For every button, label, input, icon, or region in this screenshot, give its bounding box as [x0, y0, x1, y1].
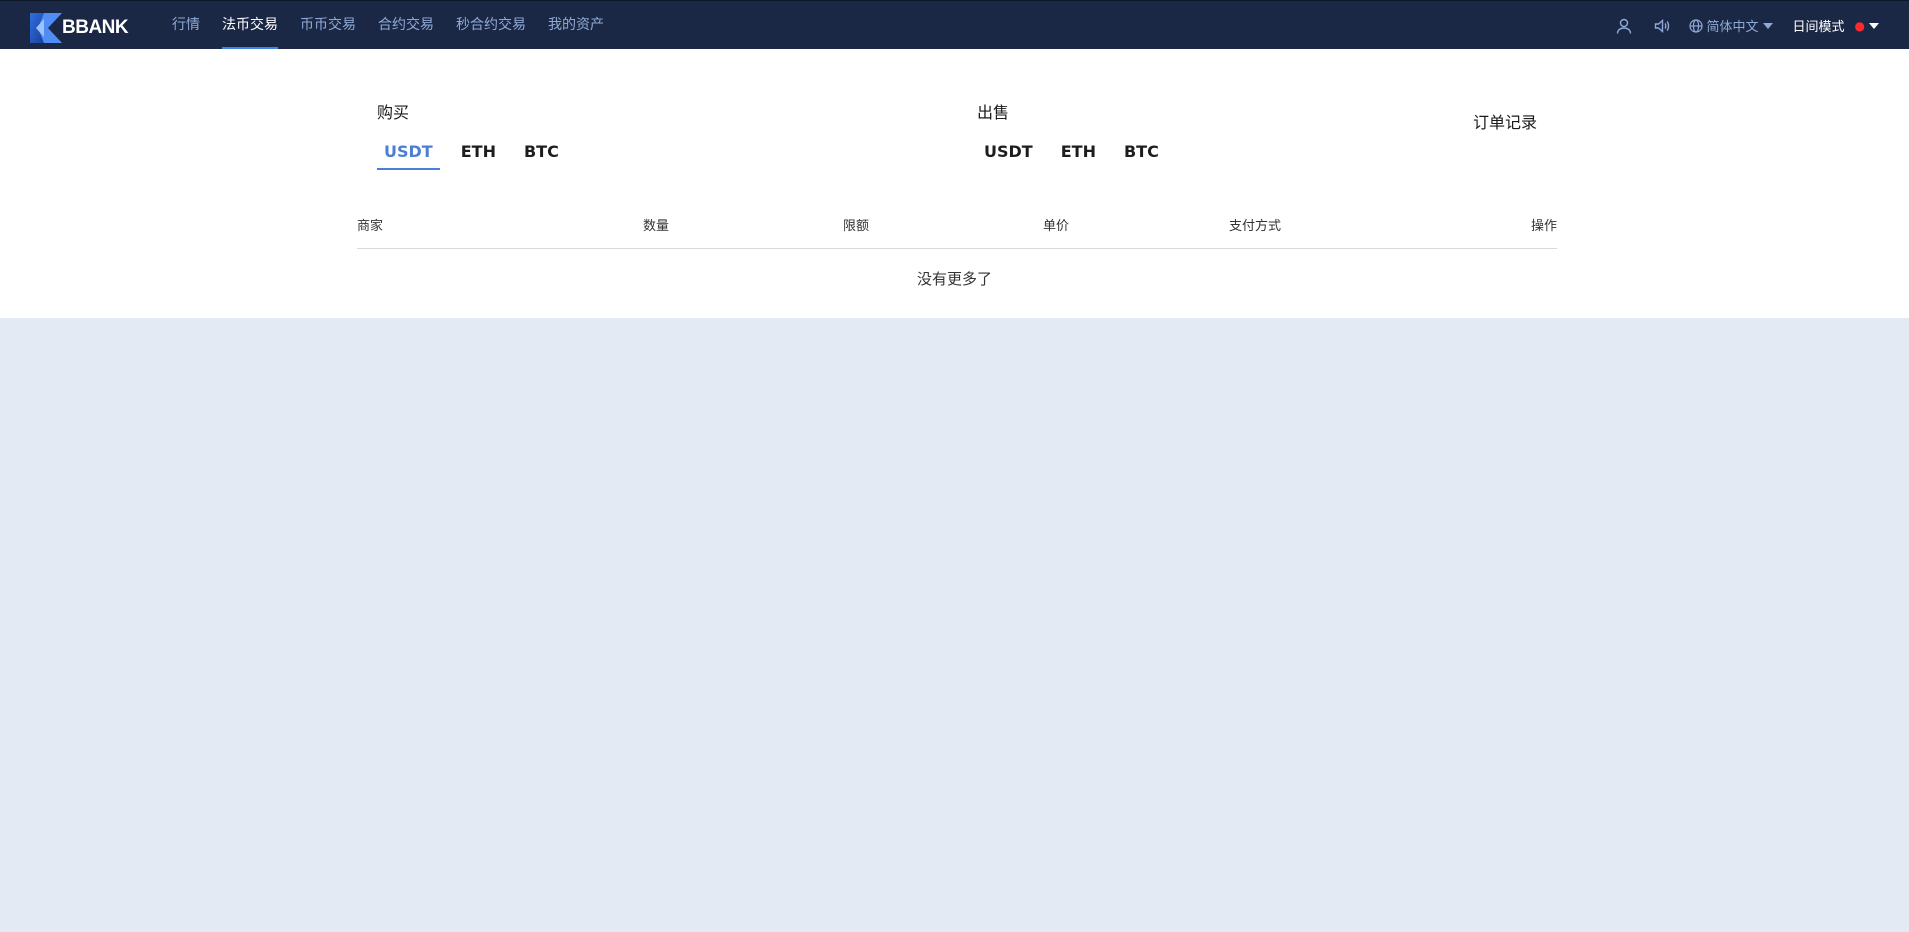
sell-tab-btc[interactable]: BTC — [1117, 137, 1166, 167]
sell-tab-usdt[interactable]: USDT — [977, 137, 1040, 167]
language-selector[interactable]: 简体中文 — [1689, 16, 1773, 35]
buy-tab-eth[interactable]: ETH — [454, 137, 503, 167]
theme-mode-selector[interactable]: 日间模式 ● — [1792, 16, 1879, 35]
brand-logo[interactable]: BBANK — [30, 13, 129, 43]
buy-coin-tabs: USDT ETH BTC — [377, 137, 580, 170]
brand-name: BBANK — [62, 17, 129, 38]
user-icon[interactable] — [1615, 17, 1633, 35]
sell-tab-eth[interactable]: ETH — [1054, 137, 1103, 167]
speaker-icon[interactable] — [1653, 17, 1671, 35]
nav-contract-trade[interactable]: 合约交易 — [378, 1, 434, 50]
nav-my-assets[interactable]: 我的资产 — [548, 1, 604, 50]
col-unit-price: 单价 — [1043, 219, 1070, 234]
sell-coin-tabs: USDT ETH BTC — [977, 137, 1180, 167]
buy-title: 购买 — [377, 103, 410, 122]
nav-second-contract[interactable]: 秒合约交易 — [456, 1, 526, 50]
notification-dot-icon: ● — [1854, 18, 1865, 33]
main-nav: 行情 法币交易 币币交易 合约交易 秒合约交易 我的资产 — [172, 1, 626, 50]
globe-icon — [1689, 18, 1704, 33]
theme-mode-label: 日间模式 — [1792, 20, 1845, 35]
buy-tab-btc[interactable]: BTC — [517, 137, 566, 167]
col-limit: 限额 — [843, 219, 870, 234]
chevron-down-icon — [1869, 22, 1879, 29]
col-payment-method: 支付方式 — [1229, 219, 1282, 234]
col-quantity: 数量 — [643, 219, 670, 234]
col-action: 操作 — [1530, 219, 1557, 234]
col-merchant: 商家 — [357, 219, 384, 234]
nav-fiat-trade[interactable]: 法币交易 — [222, 1, 278, 50]
top-navbar: BBANK 行情 法币交易 币币交易 合约交易 秒合约交易 我的资产 简体中文 — [0, 0, 1909, 50]
buy-tab-usdt[interactable]: USDT — [377, 137, 440, 170]
toolbar-right: 简体中文 日间模式 ● — [1595, 1, 1879, 50]
empty-state-text: 没有更多了 — [916, 270, 992, 288]
order-record-link[interactable]: 订单记录 — [1473, 109, 1537, 133]
chevron-down-icon — [1762, 22, 1773, 29]
sell-title: 出售 — [977, 103, 1010, 122]
fiat-trade-panel: 购买 USDT ETH BTC 出售 USDT ETH BTC 订单记录 商家 … — [0, 49, 1909, 318]
table-header: 商家 数量 限额 单价 支付方式 操作 — [357, 217, 1557, 249]
nav-market[interactable]: 行情 — [172, 1, 200, 50]
language-label: 简体中文 — [1706, 20, 1759, 35]
nav-spot-trade[interactable]: 币币交易 — [300, 1, 356, 50]
